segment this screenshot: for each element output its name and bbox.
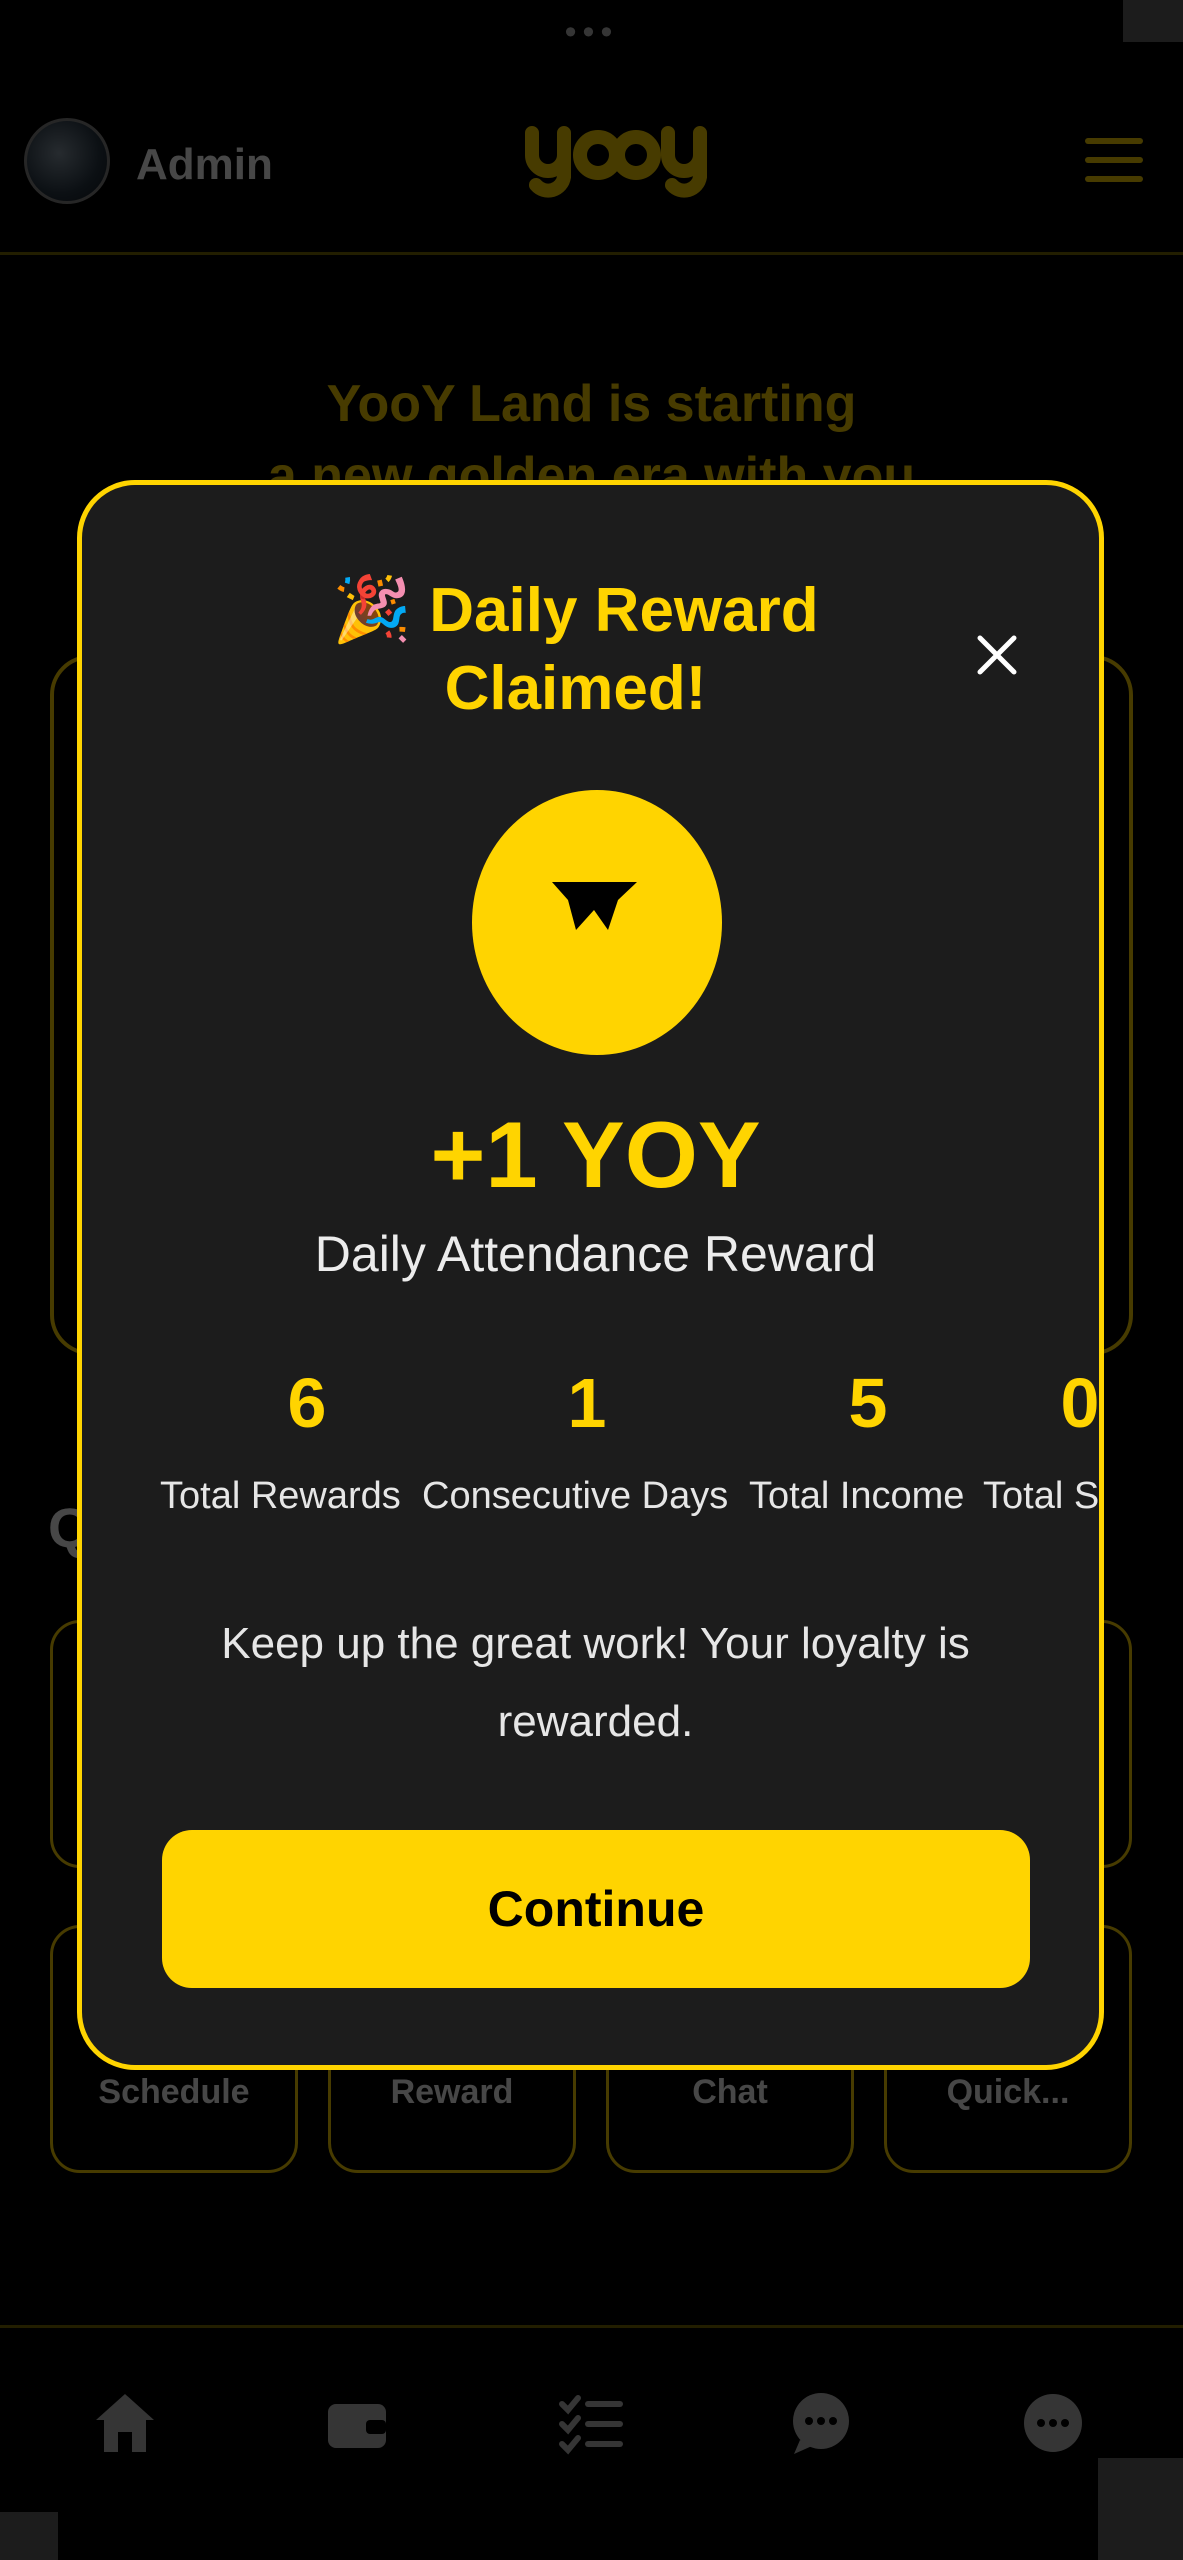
stat-value-consecutive-days: 1 <box>567 1364 607 1442</box>
app-screen: ••• Admin YooY Land is starting a new go… <box>0 0 1183 2560</box>
reward-amount: +1 YOY <box>430 1110 761 1200</box>
modal-title: 🎉 Daily Reward Claimed! <box>82 570 1099 728</box>
continue-button[interactable]: Continue <box>162 1830 1030 1988</box>
daily-reward-modal: 🎉 Daily Reward Claimed! +1 YOY Daily Att… <box>77 480 1104 2070</box>
home-icon[interactable] <box>90 2388 160 2458</box>
close-icon[interactable] <box>962 620 1032 690</box>
system-corner <box>0 2512 58 2560</box>
chat-icon[interactable] <box>786 2388 856 2458</box>
checklist-icon[interactable] <box>556 2388 626 2458</box>
coin-emblem-icon <box>552 882 637 930</box>
reward-subtitle: Daily Attendance Reward <box>314 1226 877 1282</box>
tile-label: Reward <box>390 2073 514 2111</box>
hamburger-menu-icon[interactable] <box>1085 138 1143 186</box>
system-corner <box>1098 2458 1183 2560</box>
stat-label-consecutive-days: Consecutive Days <box>422 1475 729 1517</box>
avatar[interactable] <box>24 118 110 204</box>
more-icon[interactable] <box>1018 2388 1088 2458</box>
tile-label: Quick... <box>946 2073 1070 2111</box>
party-popper-icon: 🎉 <box>332 573 413 645</box>
hero-line-1: YooY Land is starting <box>326 375 857 433</box>
yoy-coin-icon <box>472 790 722 1055</box>
tile-label: Chat <box>692 2073 768 2111</box>
overflow-dots[interactable]: ••• <box>0 15 1183 49</box>
title-line-1: Daily Reward <box>429 576 819 645</box>
title-line-2: Claimed! <box>444 654 707 723</box>
wallet-icon[interactable] <box>322 2388 392 2458</box>
stat-label-total-spent: Total Spent <box>983 1475 1100 1517</box>
stat-label-total-income: Total Income <box>749 1475 965 1517</box>
stat-value-total-spent: 0 <box>1060 1364 1100 1442</box>
bottom-nav <box>0 2325 1183 2560</box>
system-corner <box>1123 0 1183 42</box>
stat-label-total-rewards: Total Rewards <box>160 1475 401 1517</box>
username: Admin <box>136 140 273 189</box>
tile-label: Schedule <box>98 2073 250 2111</box>
stat-value-total-income: 5 <box>848 1364 888 1442</box>
loyalty-message: Keep up the great work! Your loyalty is … <box>221 1619 970 1746</box>
yooy-logo <box>525 126 707 198</box>
app-header: Admin <box>0 100 1183 255</box>
stat-value-total-rewards: 6 <box>287 1364 327 1442</box>
